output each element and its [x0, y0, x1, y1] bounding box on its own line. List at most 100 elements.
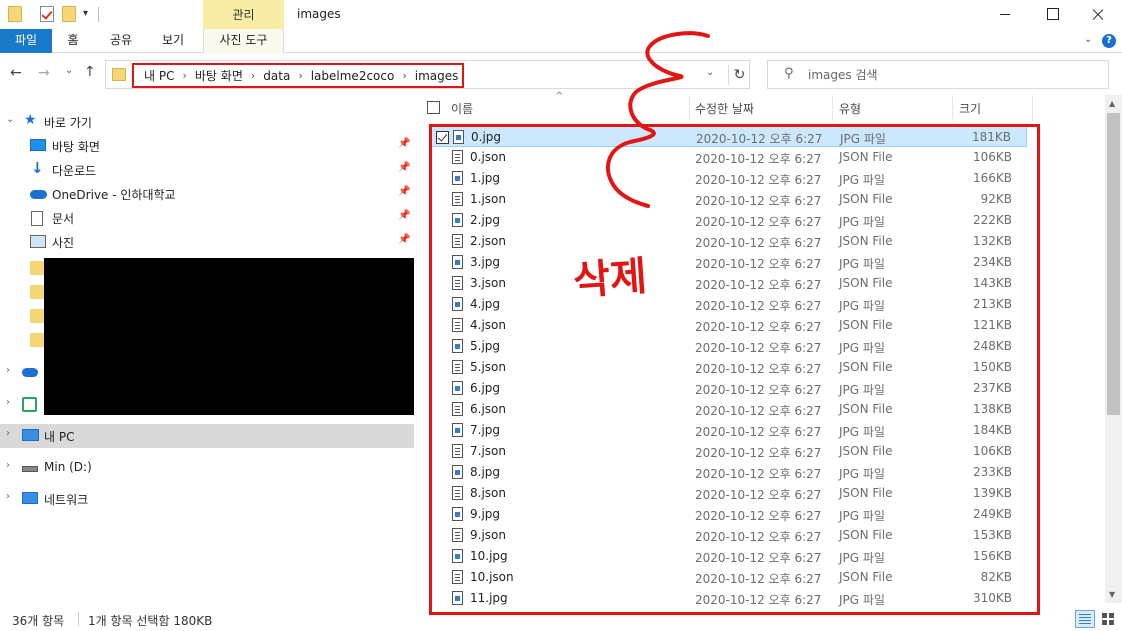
- breadcrumb-item[interactable]: data: [263, 69, 290, 83]
- chevron-right-icon[interactable]: ›: [6, 365, 10, 376]
- tab-view[interactable]: 보기: [156, 29, 190, 53]
- breadcrumb-item[interactable]: images: [415, 69, 459, 83]
- help-icon[interactable]: ?: [1102, 34, 1116, 48]
- file-size: 132KB: [972, 234, 1012, 248]
- search-box[interactable]: ⚲: [767, 60, 1109, 89]
- table-row[interactable]: 8.json 2020-10-12 오후 6:27 JSON File 139KB: [430, 483, 1027, 504]
- customize-toolbar-chevron-icon[interactable]: ▾: [83, 8, 88, 19]
- table-row[interactable]: 7.json 2020-10-12 오후 6:27 JSON File 106KB: [430, 441, 1027, 462]
- chevron-right-icon[interactable]: ›: [298, 69, 302, 82]
- table-row[interactable]: 1.jpg 2020-10-12 오후 6:27 JPG 파일 166KB: [430, 168, 1027, 189]
- column-header-size[interactable]: 크기: [959, 100, 981, 117]
- column-divider[interactable]: [1032, 95, 1033, 121]
- address-history-chevron-icon[interactable]: ⌄: [706, 67, 714, 78]
- properties-icon[interactable]: [40, 6, 54, 22]
- chevron-right-icon[interactable]: ›: [182, 69, 186, 82]
- scroll-up-icon[interactable]: ▲: [1109, 99, 1115, 108]
- table-row[interactable]: 10.json 2020-10-12 오후 6:27 JSON File 82KB: [430, 567, 1027, 588]
- chevron-right-icon[interactable]: ›: [6, 491, 10, 502]
- tab-file[interactable]: 파일: [0, 29, 52, 53]
- table-row[interactable]: 9.jpg 2020-10-12 오후 6:27 JPG 파일 249KB: [430, 504, 1027, 525]
- table-row[interactable]: 3.json 2020-10-12 오후 6:27 JSON File 143KB: [430, 273, 1027, 294]
- table-row[interactable]: 5.jpg 2020-10-12 오후 6:27 JPG 파일 248KB: [430, 336, 1027, 357]
- pin-icon[interactable]: 📌: [398, 138, 410, 149]
- table-row[interactable]: 4.json 2020-10-12 오후 6:27 JSON File 121KB: [430, 315, 1027, 336]
- column-header-type[interactable]: 유형: [839, 100, 861, 117]
- column-divider[interactable]: [832, 95, 833, 121]
- recent-locations-chevron-icon[interactable]: ⌄: [65, 65, 73, 76]
- back-icon[interactable]: ←: [10, 65, 22, 81]
- forward-icon[interactable]: →: [38, 65, 50, 81]
- nav-item-this-pc[interactable]: › 내 PC: [0, 424, 414, 448]
- app-icon[interactable]: [22, 397, 37, 412]
- folder-icon[interactable]: [30, 309, 44, 323]
- refresh-icon[interactable]: ↻: [728, 65, 750, 85]
- tab-home[interactable]: 홈: [56, 29, 90, 53]
- table-row[interactable]: 10.jpg 2020-10-12 오후 6:27 JPG 파일 156KB: [430, 546, 1027, 567]
- breadcrumb-item[interactable]: 내 PC: [144, 67, 174, 84]
- select-all-checkbox[interactable]: [427, 101, 440, 114]
- chevron-right-icon[interactable]: ›: [402, 69, 406, 82]
- column-divider[interactable]: [689, 95, 690, 121]
- cloud-icon[interactable]: [22, 368, 38, 377]
- nav-item-network[interactable]: › 네트워크: [0, 487, 414, 511]
- breadcrumb-item[interactable]: labelme2coco: [311, 69, 395, 83]
- table-row[interactable]: 2.json 2020-10-12 오후 6:27 JSON File 132KB: [430, 231, 1027, 252]
- chevron-down-icon[interactable]: ⌄: [6, 114, 14, 125]
- pin-icon[interactable]: 📌: [398, 210, 410, 221]
- folder-icon[interactable]: [30, 261, 44, 275]
- scrollbar-thumb[interactable]: [1107, 113, 1120, 415]
- table-row[interactable]: 5.json 2020-10-12 오후 6:27 JSON File 150KB: [430, 357, 1027, 378]
- file-date: 2020-10-12 오후 6:27: [695, 278, 822, 292]
- file-size: 181KB: [971, 130, 1011, 144]
- tab-picture-tools[interactable]: 사진 도구: [203, 29, 284, 53]
- table-row[interactable]: 6.jpg 2020-10-12 오후 6:27 JPG 파일 237KB: [430, 378, 1027, 399]
- pin-icon[interactable]: 📌: [398, 186, 410, 197]
- nav-item-drive-d[interactable]: › Min (D:): [0, 456, 414, 480]
- table-row[interactable]: 0.json 2020-10-12 오후 6:27 JSON File 106KB: [430, 147, 1027, 168]
- breadcrumb-item[interactable]: 바탕 화면: [195, 67, 243, 84]
- folder-icon[interactable]: [8, 6, 22, 22]
- column-header-date[interactable]: 수정한 날짜: [695, 100, 754, 117]
- chevron-right-icon[interactable]: ›: [251, 69, 255, 82]
- nav-item-documents[interactable]: 문서 📌: [0, 206, 414, 230]
- up-icon[interactable]: ↑: [84, 64, 96, 80]
- column-divider[interactable]: [952, 95, 953, 121]
- chevron-right-icon[interactable]: ›: [6, 428, 10, 439]
- minimize-button[interactable]: [982, 0, 1028, 29]
- scroll-down-icon[interactable]: ▼: [1109, 590, 1115, 599]
- close-button[interactable]: [1074, 0, 1120, 29]
- vertical-scrollbar[interactable]: ▲ ▼: [1105, 95, 1122, 603]
- context-tab-manage[interactable]: 관리: [203, 0, 284, 29]
- row-checkbox[interactable]: [436, 131, 449, 144]
- nav-quick-access[interactable]: ⌄ ★ 바로 가기: [0, 110, 414, 134]
- details-view-icon[interactable]: [1075, 610, 1095, 628]
- nav-item-onedrive[interactable]: OneDrive - 인하대학교 📌: [0, 182, 414, 206]
- table-row[interactable]: 1.json 2020-10-12 오후 6:27 JSON File 92KB: [430, 189, 1027, 210]
- folder-icon[interactable]: [30, 285, 44, 299]
- maximize-button[interactable]: [1028, 0, 1074, 29]
- pin-icon[interactable]: 📌: [398, 162, 410, 173]
- nav-item-desktop[interactable]: 바탕 화면 📌: [0, 134, 414, 158]
- large-icons-view-icon[interactable]: [1099, 610, 1117, 628]
- table-row[interactable]: 7.jpg 2020-10-12 오후 6:27 JPG 파일 184KB: [430, 420, 1027, 441]
- nav-item-pictures[interactable]: 사진 📌: [0, 230, 414, 254]
- search-input[interactable]: [808, 66, 1098, 84]
- column-header-name[interactable]: 이름: [451, 100, 473, 117]
- nav-item-downloads[interactable]: ↓ 다운로드 📌: [0, 158, 414, 182]
- pin-icon[interactable]: 📌: [398, 234, 410, 245]
- chevron-right-icon[interactable]: ›: [6, 397, 10, 408]
- address-bar[interactable]: 내 PC › 바탕 화면 › data › labelme2coco › ima…: [105, 60, 750, 89]
- table-row[interactable]: 8.jpg 2020-10-12 오후 6:27 JPG 파일 233KB: [430, 462, 1027, 483]
- table-row[interactable]: 6.json 2020-10-12 오후 6:27 JSON File 138KB: [430, 399, 1027, 420]
- table-row[interactable]: 9.json 2020-10-12 오후 6:27 JSON File 153KB: [430, 525, 1027, 546]
- table-row[interactable]: 4.jpg 2020-10-12 오후 6:27 JPG 파일 213KB: [430, 294, 1027, 315]
- table-row[interactable]: 3.jpg 2020-10-12 오후 6:27 JPG 파일 234KB: [430, 252, 1027, 273]
- table-row[interactable]: 2.jpg 2020-10-12 오후 6:27 JPG 파일 222KB: [430, 210, 1027, 231]
- chevron-right-icon[interactable]: ›: [6, 460, 10, 471]
- table-row[interactable]: 0.jpg 2020-10-12 오후 6:27 JPG 파일 181KB: [430, 126, 1027, 147]
- tab-share[interactable]: 공유: [104, 29, 138, 53]
- expand-ribbon-icon[interactable]: ⌄: [1084, 34, 1092, 45]
- new-folder-icon[interactable]: [62, 6, 76, 22]
- folder-icon[interactable]: [30, 333, 44, 347]
